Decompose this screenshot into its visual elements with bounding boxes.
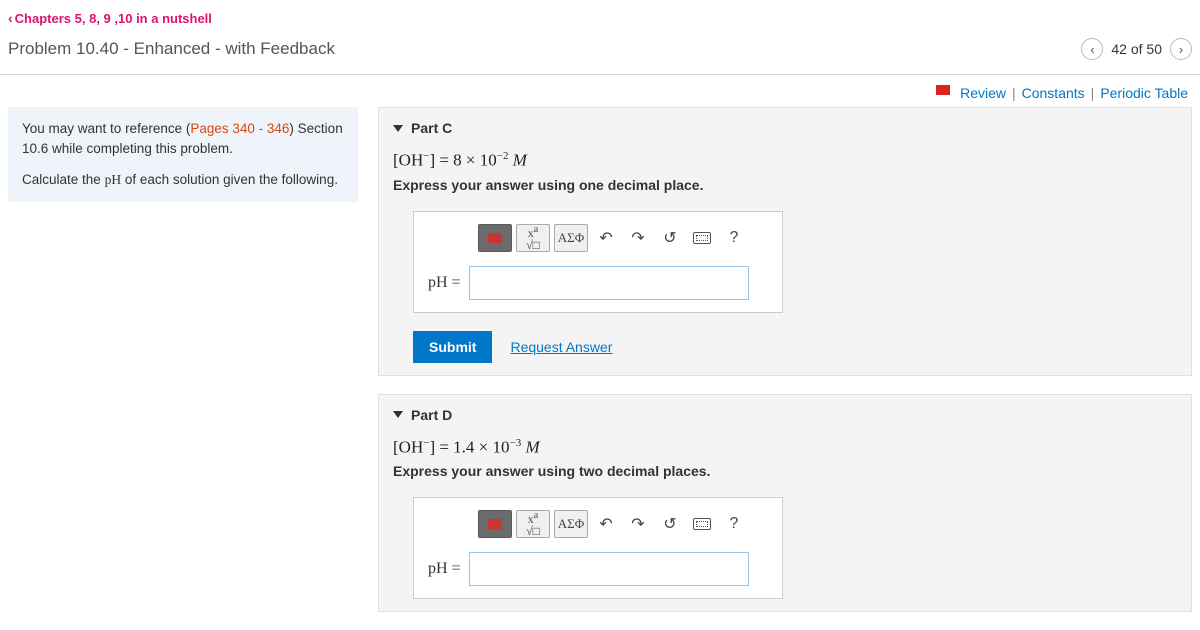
part-d-label: Part D <box>411 407 452 423</box>
flag-icon <box>936 85 950 95</box>
greek-button[interactable]: ΑΣΦ <box>554 510 588 538</box>
redo-button[interactable]: ↷ <box>624 510 652 538</box>
part-c-request-answer-link[interactable]: Request Answer <box>510 339 612 355</box>
problem-counter: 42 of 50 <box>1111 41 1162 57</box>
caret-down-icon <box>393 125 403 132</box>
part-d-block: Part D [OH−] = 1.4 × 10−3 M Express your… <box>378 394 1192 613</box>
ph-label: pH = <box>428 274 461 292</box>
periodic-table-link[interactable]: Periodic Table <box>1100 85 1188 101</box>
help-button[interactable]: ? <box>720 510 748 538</box>
ref-text: of each solution given the following. <box>121 172 338 187</box>
undo-button[interactable]: ↶ <box>592 224 620 252</box>
templates-button[interactable] <box>478 224 512 252</box>
next-problem-button[interactable]: › <box>1170 38 1192 60</box>
separator: | <box>1012 85 1016 101</box>
part-c-label: Part C <box>411 120 452 136</box>
reset-button[interactable]: ↺ <box>656 224 684 252</box>
help-button[interactable]: ? <box>720 224 748 252</box>
keyboard-button[interactable] <box>688 510 716 538</box>
part-d-instruction: Express your answer using two decimal pl… <box>393 463 1177 479</box>
caret-down-icon <box>393 411 403 418</box>
reference-box: You may want to reference (Pages 340 - 3… <box>8 107 358 202</box>
part-c-instruction: Express your answer using one decimal pl… <box>393 177 1177 193</box>
ph-label: pH = <box>428 560 461 578</box>
part-c-answer-box: xa√□ ΑΣΦ ↶ ↷ ↺ ? pH = <box>413 211 783 313</box>
back-link[interactable]: ‹ Chapters 5, 8, 9 ,10 in a nutshell <box>8 10 212 26</box>
part-c-formula: [OH−] = 8 × 10−2 M <box>393 150 1177 171</box>
ref-text: Calculate the <box>22 172 105 187</box>
ref-ph: pH <box>105 172 122 187</box>
prev-problem-button[interactable]: ‹ <box>1081 38 1103 60</box>
part-d-answer-input[interactable] <box>469 552 749 586</box>
part-d-answer-box: xa√□ ΑΣΦ ↶ ↷ ↺ ? pH = <box>413 497 783 599</box>
templates-button[interactable] <box>478 510 512 538</box>
chevron-left-icon: ‹ <box>8 10 13 26</box>
greek-button[interactable]: ΑΣΦ <box>554 224 588 252</box>
undo-button[interactable]: ↶ <box>592 510 620 538</box>
redo-button[interactable]: ↷ <box>624 224 652 252</box>
constants-link[interactable]: Constants <box>1022 85 1085 101</box>
part-c-submit-button[interactable]: Submit <box>413 331 492 363</box>
separator: | <box>1091 85 1095 101</box>
part-d-header[interactable]: Part D <box>393 407 1177 423</box>
fraction-button[interactable]: xa√□ <box>516 224 550 252</box>
keyboard-button[interactable] <box>688 224 716 252</box>
part-d-formula: [OH−] = 1.4 × 10−3 M <box>393 437 1177 458</box>
ref-text: You may want to reference ( <box>22 121 190 136</box>
fraction-button[interactable]: xa√□ <box>516 510 550 538</box>
part-c-block: Part C [OH−] = 8 × 10−2 M Express your a… <box>378 107 1192 376</box>
ref-pages: Pages 340 - 346 <box>190 121 289 136</box>
reset-button[interactable]: ↺ <box>656 510 684 538</box>
back-link-text: Chapters 5, 8, 9 ,10 in a nutshell <box>15 11 212 26</box>
part-c-header[interactable]: Part C <box>393 120 1177 136</box>
part-c-answer-input[interactable] <box>469 266 749 300</box>
problem-title: Problem 10.40 - Enhanced - with Feedback <box>8 39 335 59</box>
review-link[interactable]: Review <box>960 85 1006 101</box>
